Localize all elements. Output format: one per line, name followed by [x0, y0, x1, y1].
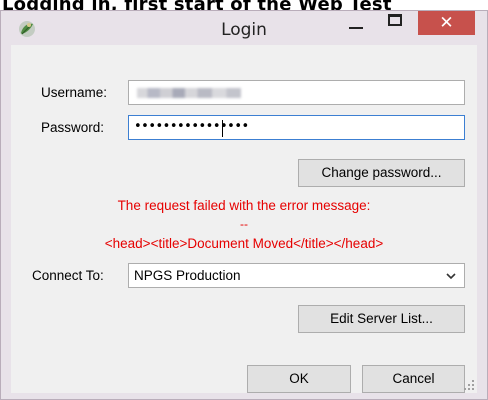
maximize-icon	[388, 14, 402, 26]
password-input[interactable]: ••••••••••••••••	[128, 115, 465, 140]
chevron-down-icon	[446, 273, 456, 280]
connect-to-select[interactable]: NPGS Production	[128, 263, 465, 288]
change-password-button[interactable]: Change password...	[298, 159, 465, 187]
error-message-line2: --	[240, 217, 248, 231]
resize-grip-icon[interactable]	[463, 379, 475, 391]
maximize-button[interactable]	[379, 11, 413, 35]
close-button[interactable]: ✕	[418, 11, 475, 35]
password-mask: ••••••••••••••••	[134, 119, 249, 134]
error-message-line3: <head><title>Document Moved</title></hea…	[104, 236, 384, 251]
connect-to-value: NPGS Production	[134, 268, 241, 283]
text-caret	[222, 120, 223, 137]
close-icon: ✕	[439, 13, 454, 33]
error-message-line1: The request failed with the error messag…	[117, 198, 371, 213]
username-input[interactable]	[128, 80, 465, 105]
login-dialog: Login ✕ Username: Password: ••••••••••••…	[0, 10, 488, 400]
minimize-button[interactable]	[339, 11, 373, 35]
edit-server-list-button[interactable]: Edit Server List...	[298, 305, 465, 333]
cancel-button[interactable]: Cancel	[362, 365, 465, 393]
username-label: Username:	[41, 85, 108, 100]
title-bar[interactable]: Login ✕	[1, 11, 487, 45]
username-value-redacted	[137, 88, 241, 98]
connect-to-label: Connect To:	[32, 268, 104, 283]
ok-button[interactable]: OK	[247, 365, 351, 393]
password-label: Password:	[41, 120, 105, 135]
minimize-icon	[349, 27, 363, 29]
window-title: Login	[221, 20, 267, 40]
dialog-client-area: Username: Password: •••••••••••••••• Cha…	[11, 45, 477, 393]
